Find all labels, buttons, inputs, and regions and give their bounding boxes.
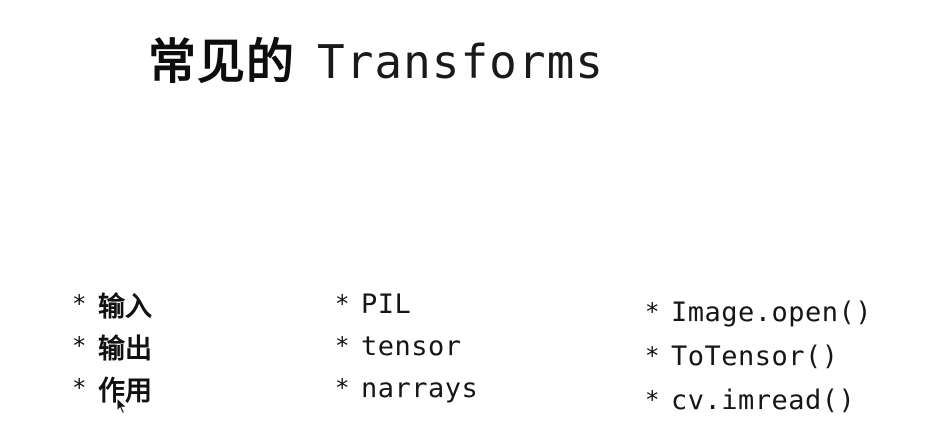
- item-label: tensor: [361, 330, 462, 362]
- bullet-marker: *: [335, 290, 350, 318]
- item-label: ToTensor(): [671, 340, 839, 372]
- bullet-marker: *: [645, 298, 660, 326]
- list-item: * cv.imread(): [645, 378, 872, 422]
- bullet-marker: *: [72, 290, 87, 318]
- title-english: Transforms: [317, 35, 604, 89]
- item-label: 输入: [98, 291, 152, 323]
- list-item: * 输入: [72, 283, 152, 325]
- item-label: Image.open(): [671, 296, 873, 328]
- item-label: narrays: [361, 372, 479, 404]
- list-item: * PIL: [335, 283, 478, 325]
- column-types: * PIL * tensor * narrays: [335, 283, 478, 409]
- item-label: 输出: [98, 333, 152, 365]
- item-label: cv.imread(): [671, 384, 856, 416]
- bullet-marker: *: [72, 332, 87, 360]
- item-label: PIL: [361, 288, 412, 320]
- list-item: * 输出: [72, 325, 152, 367]
- column-categories: * 输入 * 输出 * 作用: [72, 283, 152, 409]
- bullet-marker: *: [645, 386, 660, 414]
- list-item: * Image.open(): [645, 290, 872, 334]
- slide-title: 常见的 Transforms: [148, 22, 604, 92]
- bullet-marker: *: [335, 374, 350, 402]
- list-item: * ToTensor(): [645, 334, 872, 378]
- list-item: * 作用: [72, 367, 152, 409]
- title-chinese: 常见的: [148, 34, 296, 90]
- bullet-marker: *: [335, 332, 350, 360]
- bullet-marker: *: [72, 374, 87, 402]
- list-item: * narrays: [335, 367, 478, 409]
- list-item: * tensor: [335, 325, 478, 367]
- bullet-marker: *: [645, 342, 660, 370]
- column-functions: * Image.open() * ToTensor() * cv.imread(…: [645, 290, 872, 422]
- slide: 常见的 Transforms * 输入 * 输出 * 作用 * PIL * te…: [0, 0, 937, 435]
